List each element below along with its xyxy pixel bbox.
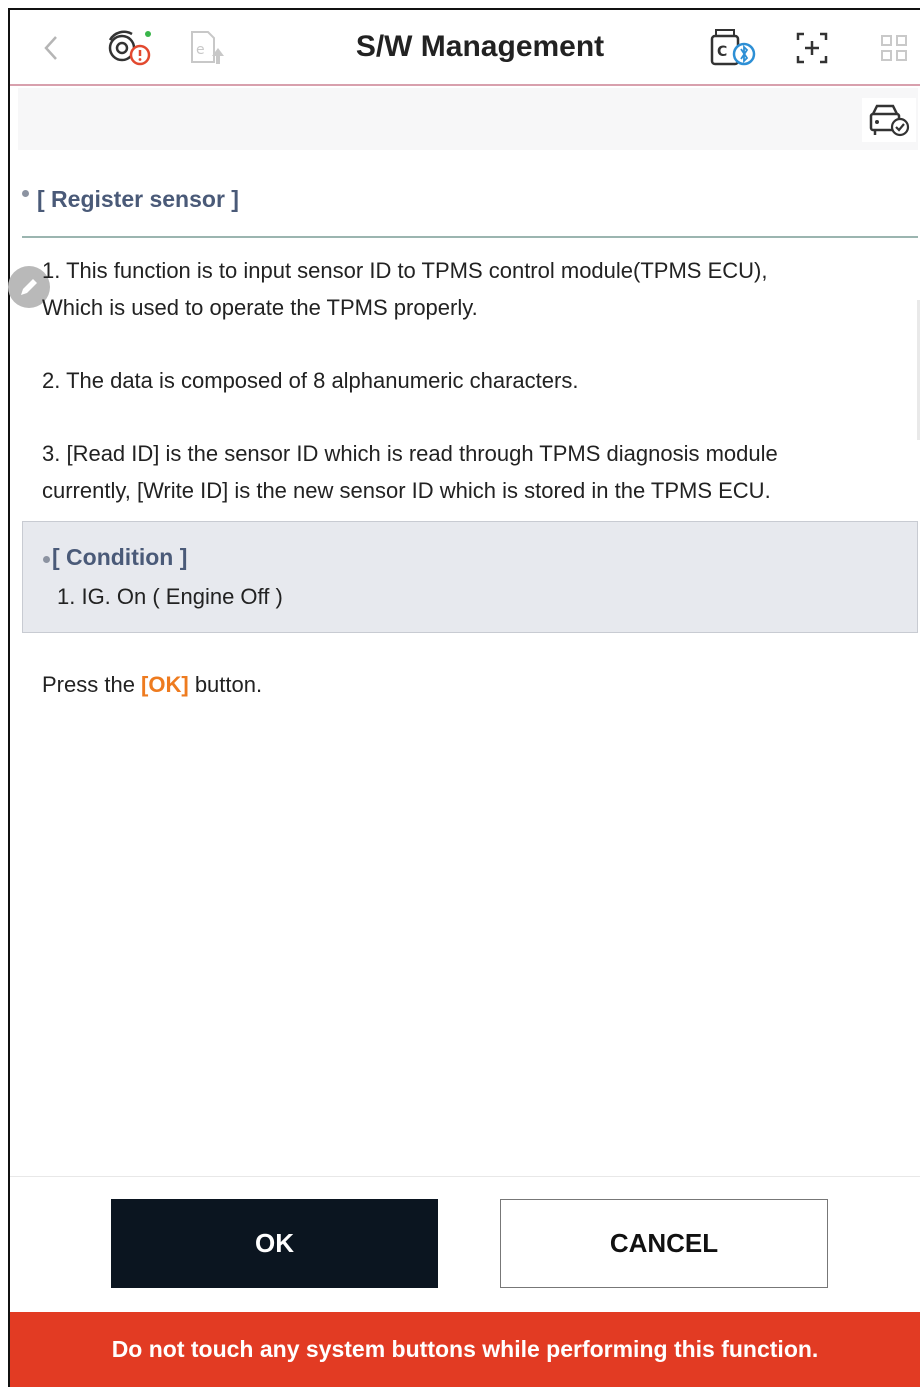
instruction-3: 3. [Read ID] is the sensor ID which is r… — [42, 435, 902, 509]
condition-title: [ Condition ] — [43, 544, 187, 571]
warning-banner: Do not touch any system buttons while pe… — [10, 1312, 920, 1387]
back-icon[interactable] — [38, 28, 64, 68]
svg-text:C: C — [717, 44, 727, 60]
cancel-button[interactable]: CANCEL — [500, 1199, 828, 1288]
section-title: [ Register sensor ] — [22, 186, 239, 213]
warning-text: Do not touch any system buttons while pe… — [111, 1336, 819, 1362]
condition-box: [ Condition ] 1. IG. On ( Engine Off ) — [22, 521, 918, 633]
instruction-1: 1. This function is to input sensor ID t… — [42, 252, 902, 326]
vehicle-check-icon[interactable] — [862, 98, 916, 142]
screen-capture-icon[interactable] — [792, 28, 832, 68]
ok-button[interactable]: OK — [111, 1199, 438, 1288]
instruction-3-line-2: currently, [Write ID] is the new sensor … — [42, 478, 771, 503]
instruction-1-line-2: Which is used to operate the TPMS proper… — [42, 295, 478, 320]
instruction-1-line-1: 1. This function is to input sensor ID t… — [42, 258, 768, 283]
apps-grid-icon[interactable] — [876, 28, 912, 68]
vci-bluetooth-icon[interactable]: C — [708, 28, 760, 68]
bullet-dot — [43, 556, 50, 563]
bullet-dot — [22, 190, 29, 197]
section-divider — [22, 236, 918, 238]
sub-toolbar — [18, 88, 918, 150]
prompt-after: button. — [188, 672, 263, 697]
condition-title-text: [ Condition ] — [52, 544, 188, 570]
svg-text:e: e — [196, 42, 205, 58]
instruction-3-line-1: 3. [Read ID] is the sensor ID which is r… — [42, 441, 778, 466]
ok-prompt: Press the [OK] button. — [42, 672, 262, 698]
prompt-ok-highlight: [OK] — [141, 672, 189, 697]
export-report-icon[interactable]: e — [186, 28, 230, 68]
top-app-bar: e S/W Management C — [10, 10, 920, 86]
vehicle-diagnosis-alert-icon[interactable] — [102, 28, 154, 68]
section-title-text: [ Register sensor ] — [37, 186, 239, 212]
instruction-2: 2. The data is composed of 8 alphanumeri… — [42, 368, 579, 393]
condition-item: 1. IG. On ( Engine Off ) — [57, 584, 283, 609]
page-title: S/W Management — [355, 30, 605, 63]
footer-divider — [10, 1176, 920, 1177]
prompt-before: Press the — [42, 672, 142, 697]
